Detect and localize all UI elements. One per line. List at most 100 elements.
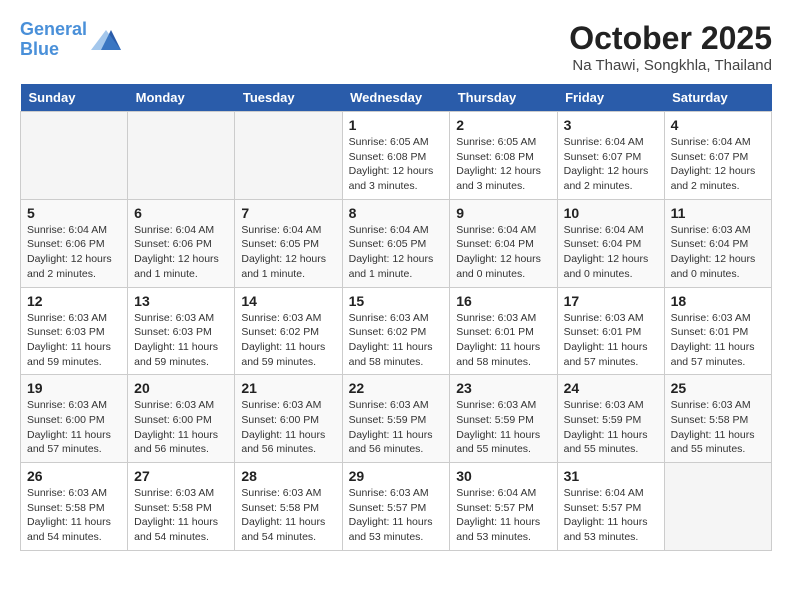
calendar-cell: 18 Sunrise: 6:03 AM Sunset: 6:01 PM Dayli… [664,287,771,375]
day-number: 11 [671,205,765,221]
calendar-header-thursday: Thursday [450,84,557,112]
logo-icon [91,25,121,55]
day-number: 17 [564,293,658,309]
calendar-cell: 22 Sunrise: 6:03 AM Sunset: 5:59 PM Dayli… [342,375,450,463]
day-number: 6 [134,205,228,221]
calendar-cell: 19Sunrise: 6:03 AM Sunset: 6:00 PM Dayli… [21,375,128,463]
day-number: 20 [134,380,228,396]
day-info: Sunrise: 6:03 AM Sunset: 6:04 PM Dayligh… [671,223,765,282]
week-row-2: 5Sunrise: 6:04 AM Sunset: 6:06 PM Daylig… [21,199,772,287]
day-info: Sunrise: 6:04 AM Sunset: 5:57 PM Dayligh… [456,486,550,545]
day-number: 13 [134,293,228,309]
calendar-cell: 28 Sunrise: 6:03 AM Sunset: 5:58 PM Dayli… [235,463,342,551]
calendar-header-wednesday: Wednesday [342,84,450,112]
day-number: 29 [349,468,444,484]
day-info: Sunrise: 6:03 AM Sunset: 5:58 PM Dayligh… [134,486,228,545]
calendar-header-friday: Friday [557,84,664,112]
calendar-cell: 30 Sunrise: 6:04 AM Sunset: 5:57 PM Dayli… [450,463,557,551]
calendar-cell: 27 Sunrise: 6:03 AM Sunset: 5:58 PM Dayli… [128,463,235,551]
calendar-cell: 9 Sunrise: 6:04 AM Sunset: 6:04 PM Daylig… [450,199,557,287]
day-number: 2 [456,117,550,133]
day-info: Sunrise: 6:05 AM Sunset: 6:08 PM Dayligh… [349,135,444,194]
day-number: 25 [671,380,765,396]
day-number: 26 [27,468,121,484]
day-info: Sunrise: 6:03 AM Sunset: 6:03 PM Dayligh… [134,311,228,370]
day-info: Sunrise: 6:03 AM Sunset: 6:01 PM Dayligh… [456,311,550,370]
day-number: 30 [456,468,550,484]
location: Na Thawi, Songkhla, Thailand [569,57,772,74]
calendar-cell: 8 Sunrise: 6:04 AM Sunset: 6:05 PM Daylig… [342,199,450,287]
day-number: 31 [564,468,658,484]
day-info: Sunrise: 6:04 AM Sunset: 6:05 PM Dayligh… [349,223,444,282]
calendar-cell [21,112,128,200]
week-row-5: 26 Sunrise: 6:03 AM Sunset: 5:58 PM Dayli… [21,463,772,551]
day-info: Sunrise: 6:04 AM Sunset: 6:04 PM Dayligh… [564,223,658,282]
day-info: Sunrise: 6:03 AM Sunset: 6:03 PM Dayligh… [27,311,121,370]
calendar-cell: 5Sunrise: 6:04 AM Sunset: 6:06 PM Daylig… [21,199,128,287]
day-info: Sunrise: 6:04 AM Sunset: 6:04 PM Dayligh… [456,223,550,282]
calendar-cell: 12 Sunrise: 6:03 AM Sunset: 6:03 PM Dayli… [21,287,128,375]
day-number: 28 [241,468,335,484]
calendar-cell: 2Sunrise: 6:05 AM Sunset: 6:08 PM Daylig… [450,112,557,200]
calendar-cell: 15Sunrise: 6:03 AM Sunset: 6:02 PM Dayli… [342,287,450,375]
week-row-4: 19 Sunrise: 6:03 AM Sunset: 6:00 PM Dayli… [21,375,772,463]
week-row-1: 1 Sunrise: 6:05 AM Sunset: 6:08 PM Daylig… [21,112,772,200]
calendar-cell: 11 Sunrise: 6:03 AM Sunset: 6:04 PM Dayli… [664,199,771,287]
day-number: 14 [241,293,335,309]
week-row-3: 12 Sunrise: 6:03 AM Sunset: 6:03 PM Dayli… [21,287,772,375]
day-number: 21 [241,380,335,396]
day-info: Sunrise: 6:03 AM Sunset: 5:58 PM Dayligh… [241,486,335,545]
day-number: 10 [564,205,658,221]
calendar-cell: 1 Sunrise: 6:05 AM Sunset: 6:08 PM Daylig… [342,112,450,200]
calendar-cell: 31 Sunrise: 6:04 AM Sunset: 5:57 PM Dayli… [557,463,664,551]
calendar-cell: 13 Sunrise: 6:03 AM Sunset: 6:03 PM Dayli… [128,287,235,375]
day-number: 24 [564,380,658,396]
day-info: Sunrise: 6:04 AM Sunset: 6:06 PM Dayligh… [27,223,121,282]
day-number: 4 [671,117,765,133]
calendar-cell: 7Sunrise: 6:04 AM Sunset: 6:05 PM Daylig… [235,199,342,287]
calendar-cell: 25 Sunrise: 6:03 AM Sunset: 5:58 PM Dayli… [664,375,771,463]
day-info: Sunrise: 6:04 AM Sunset: 6:07 PM Dayligh… [671,135,765,194]
calendar-cell: 21 Sunrise: 6:03 AM Sunset: 6:00 PM Dayli… [235,375,342,463]
calendar-cell: 3Sunrise: 6:04 AM Sunset: 6:07 PM Daylig… [557,112,664,200]
calendar-cell: 16 Sunrise: 6:03 AM Sunset: 6:01 PM Dayli… [450,287,557,375]
calendar-cell [664,463,771,551]
day-number: 12 [27,293,121,309]
calendar-cell: 17 Sunrise: 6:03 AM Sunset: 6:01 PM Dayli… [557,287,664,375]
day-number: 18 [671,293,765,309]
day-info: Sunrise: 6:03 AM Sunset: 6:00 PM Dayligh… [241,398,335,457]
month-year: October 2025 [569,20,772,57]
calendar-header-monday: Monday [128,84,235,112]
calendar-header-sunday: Sunday [21,84,128,112]
day-info: Sunrise: 6:03 AM Sunset: 5:59 PM Dayligh… [564,398,658,457]
day-info: Sunrise: 6:04 AM Sunset: 6:05 PM Dayligh… [241,223,335,282]
day-info: Sunrise: 6:03 AM Sunset: 6:02 PM Dayligh… [349,311,444,370]
day-number: 16 [456,293,550,309]
day-info: Sunrise: 6:04 AM Sunset: 6:06 PM Dayligh… [134,223,228,282]
logo-text: General Blue [20,20,87,60]
day-number: 23 [456,380,550,396]
day-info: Sunrise: 6:03 AM Sunset: 6:00 PM Dayligh… [134,398,228,457]
day-number: 8 [349,205,444,221]
calendar-header-tuesday: Tuesday [235,84,342,112]
calendar-cell: 29 Sunrise: 6:03 AM Sunset: 5:57 PM Dayli… [342,463,450,551]
day-number: 27 [134,468,228,484]
day-number: 9 [456,205,550,221]
day-number: 22 [349,380,444,396]
day-info: Sunrise: 6:03 AM Sunset: 5:57 PM Dayligh… [349,486,444,545]
day-info: Sunrise: 6:03 AM Sunset: 6:01 PM Dayligh… [564,311,658,370]
calendar-cell [128,112,235,200]
title-block: October 2025 Na Thawi, Songkhla, Thailan… [569,20,772,74]
day-info: Sunrise: 6:04 AM Sunset: 5:57 PM Dayligh… [564,486,658,545]
day-number: 19 [27,380,121,396]
calendar-cell: 26Sunrise: 6:03 AM Sunset: 5:58 PM Dayli… [21,463,128,551]
day-number: 1 [349,117,444,133]
day-info: Sunrise: 6:03 AM Sunset: 5:59 PM Dayligh… [349,398,444,457]
calendar-cell: 20 Sunrise: 6:03 AM Sunset: 6:00 PM Dayli… [128,375,235,463]
day-info: Sunrise: 6:03 AM Sunset: 6:02 PM Dayligh… [241,311,335,370]
calendar-header-row: SundayMondayTuesdayWednesdayThursdayFrid… [21,84,772,112]
day-info: Sunrise: 6:03 AM Sunset: 6:01 PM Dayligh… [671,311,765,370]
calendar-table: SundayMondayTuesdayWednesdayThursdayFrid… [20,84,772,551]
day-info: Sunrise: 6:03 AM Sunset: 5:58 PM Dayligh… [671,398,765,457]
logo: General Blue [20,20,121,60]
